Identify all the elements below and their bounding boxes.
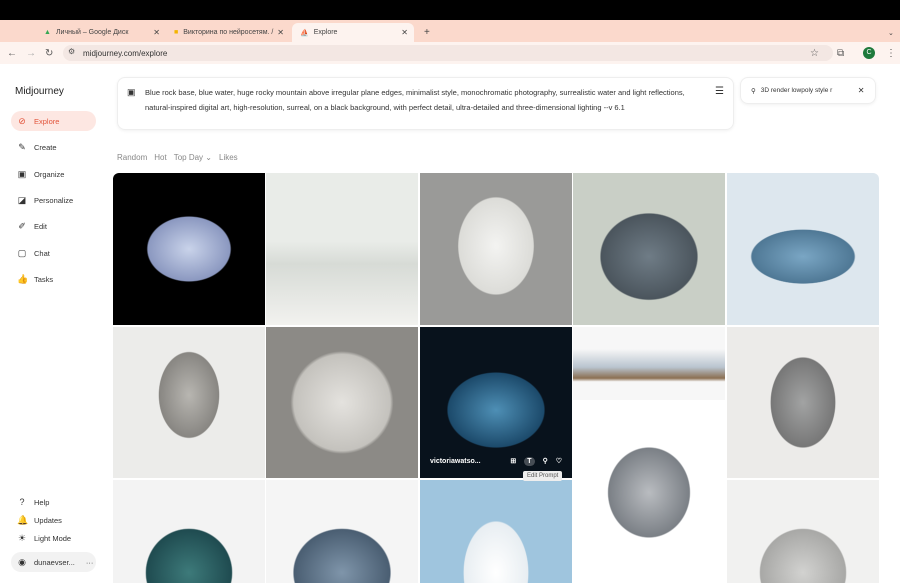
sidebar-item-personalize[interactable]: ◪ Personalize [11, 190, 96, 210]
sidebar-item-organize[interactable]: ▣ Organize [11, 164, 96, 184]
filter-tabs: Random Hot Top Day ⌄ Likes [117, 153, 238, 162]
sidebar-item-updates[interactable]: 🔔 Updates [11, 510, 96, 530]
filter-likes[interactable]: Likes [219, 153, 238, 162]
address-bar-row: ← → ↻ midjourney.com/explore ⚙ ☆ ⧉ C ⋮ [0, 42, 900, 64]
chevron-down-icon[interactable]: ⌄ [880, 23, 900, 42]
help-icon: ? [19, 497, 25, 507]
compass-icon: ⊘ [18, 115, 26, 126]
gallery-image[interactable] [573, 402, 725, 583]
edit-prompt-icon[interactable]: T [524, 456, 535, 466]
search-icon: ⚲ [751, 87, 756, 95]
gallery-image[interactable] [113, 327, 265, 478]
gallery-image[interactable] [420, 480, 572, 583]
top-bar [0, 0, 900, 20]
gallery-image[interactable] [727, 173, 879, 325]
reload-icon[interactable]: ↻ [45, 48, 53, 59]
sidebar-item-edit[interactable]: ✐ Edit [11, 216, 96, 236]
forward-icon[interactable]: → [26, 48, 36, 59]
tab-explore[interactable]: ⛵ Explore ✕ [292, 23, 414, 42]
filter-top-day[interactable]: Top Day ⌄ [174, 153, 212, 162]
sidebar-item-chat[interactable]: ▢ Chat [11, 243, 96, 263]
close-icon[interactable]: ✕ [153, 28, 160, 37]
filter-random[interactable]: Random [117, 153, 147, 162]
chat-icon: ▢ [17, 247, 27, 258]
bookmark-star-icon[interactable]: ☆ [810, 48, 819, 59]
tab-google-drive[interactable]: ▲ Личный – Google Диск ✕ [36, 23, 166, 42]
brush-icon: ✎ [18, 141, 26, 152]
prompt-card[interactable]: ▣ Blue rock base, blue water, huge rocky… [117, 77, 734, 130]
tooltip: Edit Prompt [523, 471, 563, 481]
midjourney-icon: ⛵ [300, 29, 309, 37]
gallery-image[interactable] [573, 173, 725, 325]
gallery-image[interactable] [727, 327, 879, 478]
image-icon: ▣ [127, 87, 136, 97]
menu-icon[interactable]: ⋮ [886, 48, 896, 59]
sidebar-item-explore[interactable]: ⊘ Explore [11, 111, 96, 131]
gallery-image[interactable] [266, 173, 418, 325]
image-icon: ▣ [17, 168, 27, 179]
tab-quiz[interactable]: ■ Викторина по нейросетям. / ✕ [166, 23, 290, 42]
gallery-image[interactable] [113, 480, 265, 583]
sidebar-item-help[interactable]: ? Help [11, 492, 96, 512]
sidebar: Midjourney ⊘ Explore ✎ Create ▣ Organize ◪ P… [0, 64, 105, 583]
new-tab-button[interactable]: + [416, 23, 438, 42]
url-input[interactable]: midjourney.com/explore [63, 45, 833, 61]
drive-icon: ▲ [44, 29, 51, 36]
close-icon[interactable]: ✕ [401, 28, 408, 37]
slides-icon: ■ [174, 29, 179, 36]
image-author[interactable]: victoriawatso... [430, 458, 502, 465]
profile-avatar[interactable]: C [863, 47, 875, 59]
settings-sliders-icon[interactable]: ☰ [715, 84, 724, 99]
edit-icon: ✐ [18, 220, 26, 231]
bell-icon: 🔔 [17, 514, 29, 525]
gallery-image[interactable] [266, 480, 418, 583]
extensions-icon[interactable]: ⧉ [837, 48, 844, 59]
search-input[interactable]: ⚲ 3D render lowpoly style r ✕ [740, 77, 876, 104]
more-icon[interactable]: ··· [86, 558, 94, 567]
gallery-image[interactable] [420, 173, 572, 325]
avatar: ◉ [18, 556, 26, 567]
gallery-image[interactable] [266, 327, 418, 478]
sun-icon: ☀ [17, 532, 27, 543]
search-icon[interactable]: ⚲ [543, 457, 548, 465]
gallery-image[interactable] [573, 327, 725, 400]
sidebar-item-create[interactable]: ✎ Create [11, 137, 96, 157]
close-icon[interactable]: ✕ [277, 28, 284, 37]
sidebar-item-light-mode[interactable]: ☀ Light Mode [11, 528, 96, 548]
logo: Midjourney [15, 86, 64, 97]
heart-icon[interactable]: ♡ [556, 457, 562, 465]
back-icon[interactable]: ← [7, 48, 17, 59]
grid-icon[interactable]: ⊞ [510, 457, 516, 465]
sidebar-item-tasks[interactable]: 👍 Tasks [11, 269, 96, 289]
clear-search-icon[interactable]: ✕ [858, 86, 865, 95]
gallery-image[interactable] [727, 480, 879, 583]
site-settings-icon[interactable]: ⚙ [68, 47, 75, 56]
gallery-image[interactable] [113, 173, 265, 325]
image-hover-bar: victoriawatso... ⊞ T ⚲ ♡ [420, 451, 572, 471]
thumbs-up-icon: 👍 [17, 273, 29, 284]
tab-strip: ▲ Личный – Google Диск ✕ ■ Викторина по ней… [0, 20, 900, 42]
user-menu[interactable]: ◉ dunaevser... ··· [11, 552, 96, 572]
prompt-text: Blue rock base, blue water, huge rocky m… [145, 88, 685, 112]
filter-hot[interactable]: Hot [154, 153, 166, 162]
personalize-icon: ◪ [17, 194, 27, 205]
